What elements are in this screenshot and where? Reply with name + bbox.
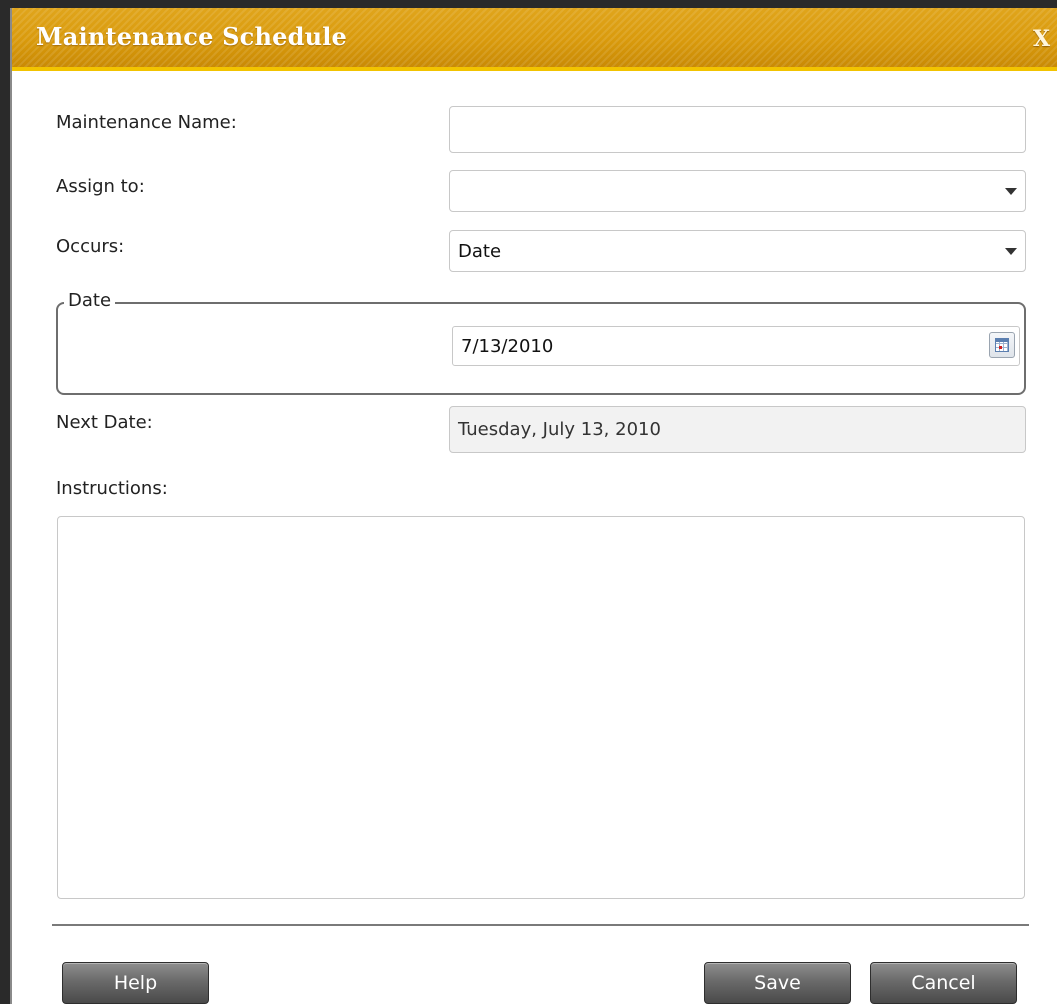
date-value: 7/13/2010 xyxy=(461,335,554,357)
instructions-label: Instructions: xyxy=(56,478,168,499)
cancel-button[interactable]: Cancel xyxy=(870,962,1017,1004)
maintenance-schedule-dialog: Maintenance Schedule X Maintenance Name:… xyxy=(10,8,1057,1004)
backdrop xyxy=(0,0,1057,8)
occurs-select[interactable]: Date xyxy=(449,230,1026,272)
date-input[interactable]: 7/13/2010 xyxy=(452,326,1020,366)
chevron-down-icon[interactable] xyxy=(1005,248,1017,255)
calendar-icon[interactable] xyxy=(989,332,1015,358)
next-date-label: Next Date: xyxy=(56,412,153,433)
footer-divider xyxy=(52,924,1029,926)
help-button[interactable]: Help xyxy=(62,962,209,1004)
save-button[interactable]: Save xyxy=(704,962,851,1004)
maintenance-name-label: Maintenance Name: xyxy=(56,112,237,133)
assign-to-select[interactable] xyxy=(449,170,1026,212)
assign-to-label: Assign to: xyxy=(56,176,145,197)
calendar-grid xyxy=(995,338,1009,352)
date-fieldset-legend: Date xyxy=(64,290,116,311)
chevron-down-icon[interactable] xyxy=(1005,188,1017,195)
instructions-textarea[interactable] xyxy=(57,516,1025,899)
calendar-today-mark xyxy=(999,346,1002,349)
dialog-title: Maintenance Schedule xyxy=(36,22,348,51)
dialog-titlebar: Maintenance Schedule X xyxy=(12,8,1057,71)
occurs-value: Date xyxy=(458,240,502,262)
occurs-label: Occurs: xyxy=(56,236,125,257)
close-icon[interactable]: X xyxy=(1033,26,1057,52)
maintenance-name-input[interactable] xyxy=(449,106,1026,153)
next-date-value: Tuesday, July 13, 2010 xyxy=(458,419,661,440)
date-fieldset: Date 7/13/2010 xyxy=(56,290,1026,395)
next-date-field: Tuesday, July 13, 2010 xyxy=(449,406,1026,453)
